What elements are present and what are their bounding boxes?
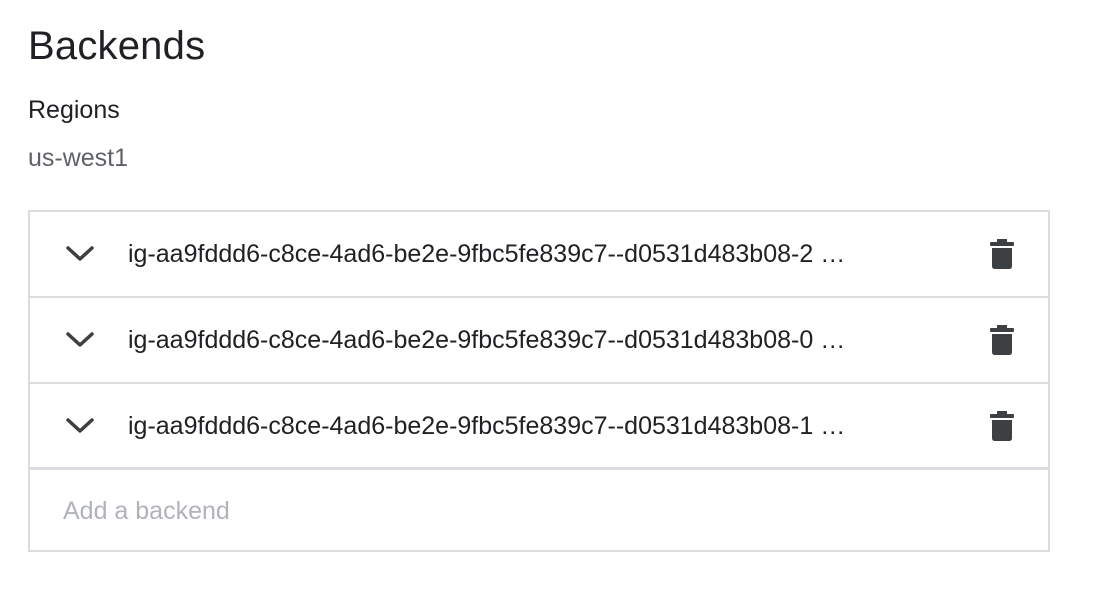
backends-panel: Backends Regions us-west1 ig-aa9fddd6-c8…	[0, 0, 1094, 590]
add-backend-input[interactable]: Add a backend	[30, 471, 1048, 550]
chevron-down-icon[interactable]	[60, 406, 100, 446]
add-backend-placeholder: Add a backend	[63, 496, 230, 525]
backend-name: ig-aa9fddd6-c8ce-4ad6-be2e-9fbc5fe839c7-…	[128, 240, 846, 268]
trash-icon[interactable]	[982, 234, 1022, 274]
backend-name: ig-aa9fddd6-c8ce-4ad6-be2e-9fbc5fe839c7-…	[128, 411, 846, 440]
backend-row: ig-aa9fddd6-c8ce-4ad6-be2e-9fbc5fe839c7-…	[30, 384, 1048, 470]
page-title: Backends	[28, 24, 206, 68]
trash-icon[interactable]	[982, 320, 1022, 360]
backend-row: ig-aa9fddd6-c8ce-4ad6-be2e-9fbc5fe839c7-…	[30, 212, 1048, 298]
chevron-down-icon[interactable]	[60, 234, 100, 274]
chevron-down-icon[interactable]	[60, 320, 100, 360]
backend-name: ig-aa9fddd6-c8ce-4ad6-be2e-9fbc5fe839c7-…	[128, 326, 846, 354]
backend-list: ig-aa9fddd6-c8ce-4ad6-be2e-9fbc5fe839c7-…	[28, 210, 1050, 552]
regions-value: us-west1	[28, 144, 129, 172]
backend-row: ig-aa9fddd6-c8ce-4ad6-be2e-9fbc5fe839c7-…	[30, 298, 1048, 384]
regions-label: Regions	[28, 96, 120, 124]
trash-icon[interactable]	[982, 406, 1022, 446]
